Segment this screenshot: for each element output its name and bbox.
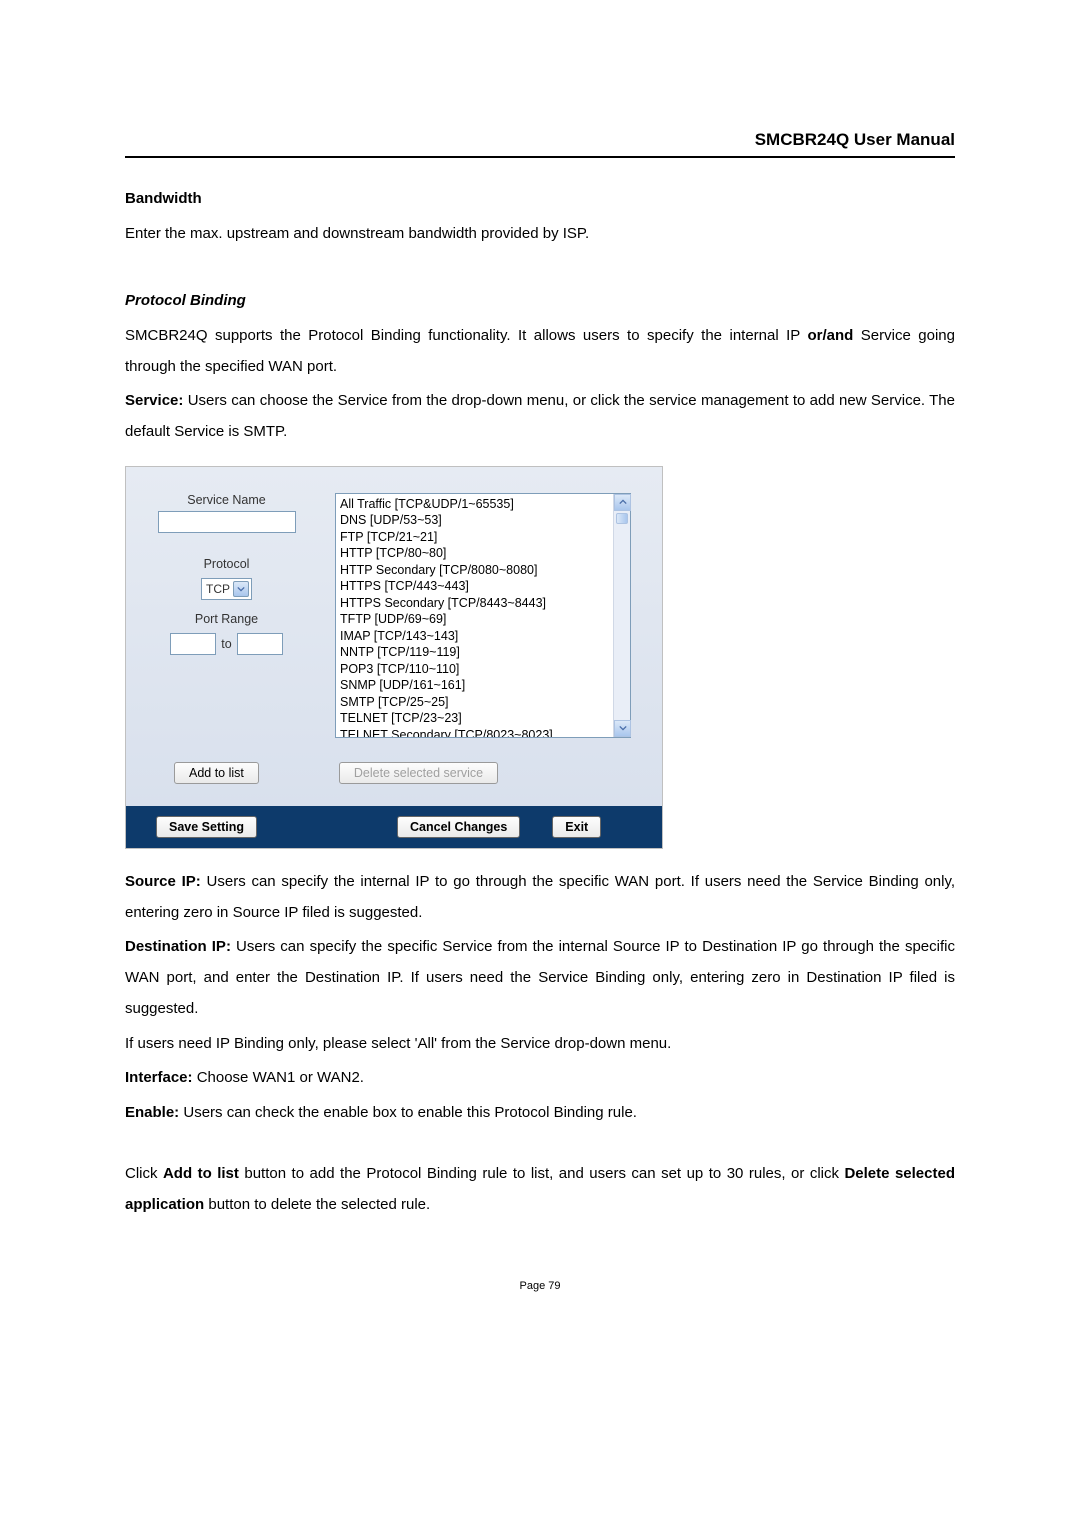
dest-ip-paragraph: Destination IP: Users can specify the sp… [125,932,955,1024]
port-from-input[interactable] [170,633,216,655]
click-instructions: Click Add to list button to add the Prot… [125,1159,955,1221]
interface-text: Choose WAN1 or WAN2. [193,1069,364,1086]
scroll-thumb[interactable] [616,513,628,525]
service-paragraph: Service: Users can choose the Service fr… [125,386,955,448]
scroll-down-icon[interactable] [614,720,631,737]
delete-selected-service-button[interactable]: Delete selected service [339,762,498,784]
click-prefix: Click [125,1165,163,1182]
list-item[interactable]: SNMP [UDP/161~161] [340,677,609,694]
list-item[interactable]: TELNET Secondary [TCP/8023~8023] [340,727,609,737]
source-ip-text: Users can specify the internal IP to go … [125,873,955,921]
bandwidth-text: Enter the max. upstream and downstream b… [125,219,955,250]
list-item[interactable]: IMAP [TCP/143~143] [340,628,609,645]
list-item[interactable]: HTTP Secondary [TCP/8080~8080] [340,562,609,579]
list-item[interactable]: SMTP [TCP/25~25] [340,694,609,711]
port-to-label: to [221,637,231,651]
cancel-changes-button[interactable]: Cancel Changes [397,816,520,838]
pb-intro: SMCBR24Q supports the Protocol Binding f… [125,321,955,383]
dialog-left-column: Service Name Protocol TCP Port Range to [144,493,309,738]
list-item[interactable]: POP3 [TCP/110~110] [340,661,609,678]
service-name-label: Service Name [187,493,266,507]
pb-intro-bold: or/and [808,327,854,344]
service-name-input[interactable] [158,511,296,533]
pb-intro-part1: SMCBR24Q supports the Protocol Binding f… [125,327,808,344]
chevron-down-icon [233,581,249,597]
port-to-input[interactable] [237,633,283,655]
interface-label: Interface: [125,1069,193,1086]
protocol-label: Protocol [204,557,250,571]
port-range-row: to [170,633,282,655]
dialog-body: Service Name Protocol TCP Port Range to … [126,467,662,762]
list-item[interactable]: TELNET [TCP/23~23] [340,710,609,727]
dialog-button-row: Add to list Delete selected service [126,762,662,806]
enable-text: Users can check the enable box to enable… [179,1104,637,1121]
protocol-value: TCP [206,582,230,596]
scroll-up-icon[interactable] [614,494,631,511]
add-to-list-bold: Add to list [163,1165,239,1182]
click-mid: button to add the Protocol Binding rule … [239,1165,845,1182]
bandwidth-heading: Bandwidth [125,190,955,207]
list-item[interactable]: HTTPS Secondary [TCP/8443~8443] [340,595,609,612]
enable-label: Enable: [125,1104,179,1121]
service-listbox[interactable]: All Traffic [TCP&UDP/1~65535] DNS [UDP/5… [335,493,631,738]
protocol-dropdown[interactable]: TCP [201,578,252,600]
enable-paragraph: Enable: Users can check the enable box t… [125,1098,955,1129]
list-item[interactable]: HTTPS [TCP/443~443] [340,578,609,595]
interface-paragraph: Interface: Choose WAN1 or WAN2. [125,1063,955,1094]
port-range-label: Port Range [195,612,258,626]
page-title: SMCBR24Q User Manual [125,130,955,158]
list-item[interactable]: All Traffic [TCP&UDP/1~65535] [340,496,609,513]
ip-binding-text: If users need IP Binding only, please se… [125,1029,955,1060]
click-suffix: button to delete the selected rule. [204,1196,430,1213]
service-text: Users can choose the Service from the dr… [125,392,955,440]
add-to-list-button[interactable]: Add to list [174,762,259,784]
service-label: Service: [125,392,183,409]
source-ip-label: Source IP: [125,873,201,890]
list-item[interactable]: HTTP [TCP/80~80] [340,545,609,562]
exit-button[interactable]: Exit [552,816,601,838]
save-setting-button[interactable]: Save Setting [156,816,257,838]
list-item[interactable]: DNS [UDP/53~53] [340,512,609,529]
source-ip-paragraph: Source IP: Users can specify the interna… [125,867,955,929]
protocol-binding-heading: Protocol Binding [125,292,955,309]
list-item[interactable]: FTP [TCP/21~21] [340,529,609,546]
list-item[interactable]: NNTP [TCP/119~119] [340,644,609,661]
bottom-bar-right: Cancel Changes Exit [397,816,601,838]
dest-ip-text: Users can specify the specific Service f… [125,938,955,1017]
dest-ip-label: Destination IP: [125,938,231,955]
service-management-dialog: Service Name Protocol TCP Port Range to … [125,466,663,849]
service-list-items: All Traffic [TCP&UDP/1~65535] DNS [UDP/5… [336,494,613,737]
listbox-scrollbar[interactable] [613,494,630,737]
dialog-bottom-bar: Save Setting Cancel Changes Exit [126,806,662,848]
dialog-right-column: All Traffic [TCP&UDP/1~65535] DNS [UDP/5… [335,493,644,738]
list-item[interactable]: TFTP [UDP/69~69] [340,611,609,628]
page-footer: Page 79 [125,1280,955,1292]
